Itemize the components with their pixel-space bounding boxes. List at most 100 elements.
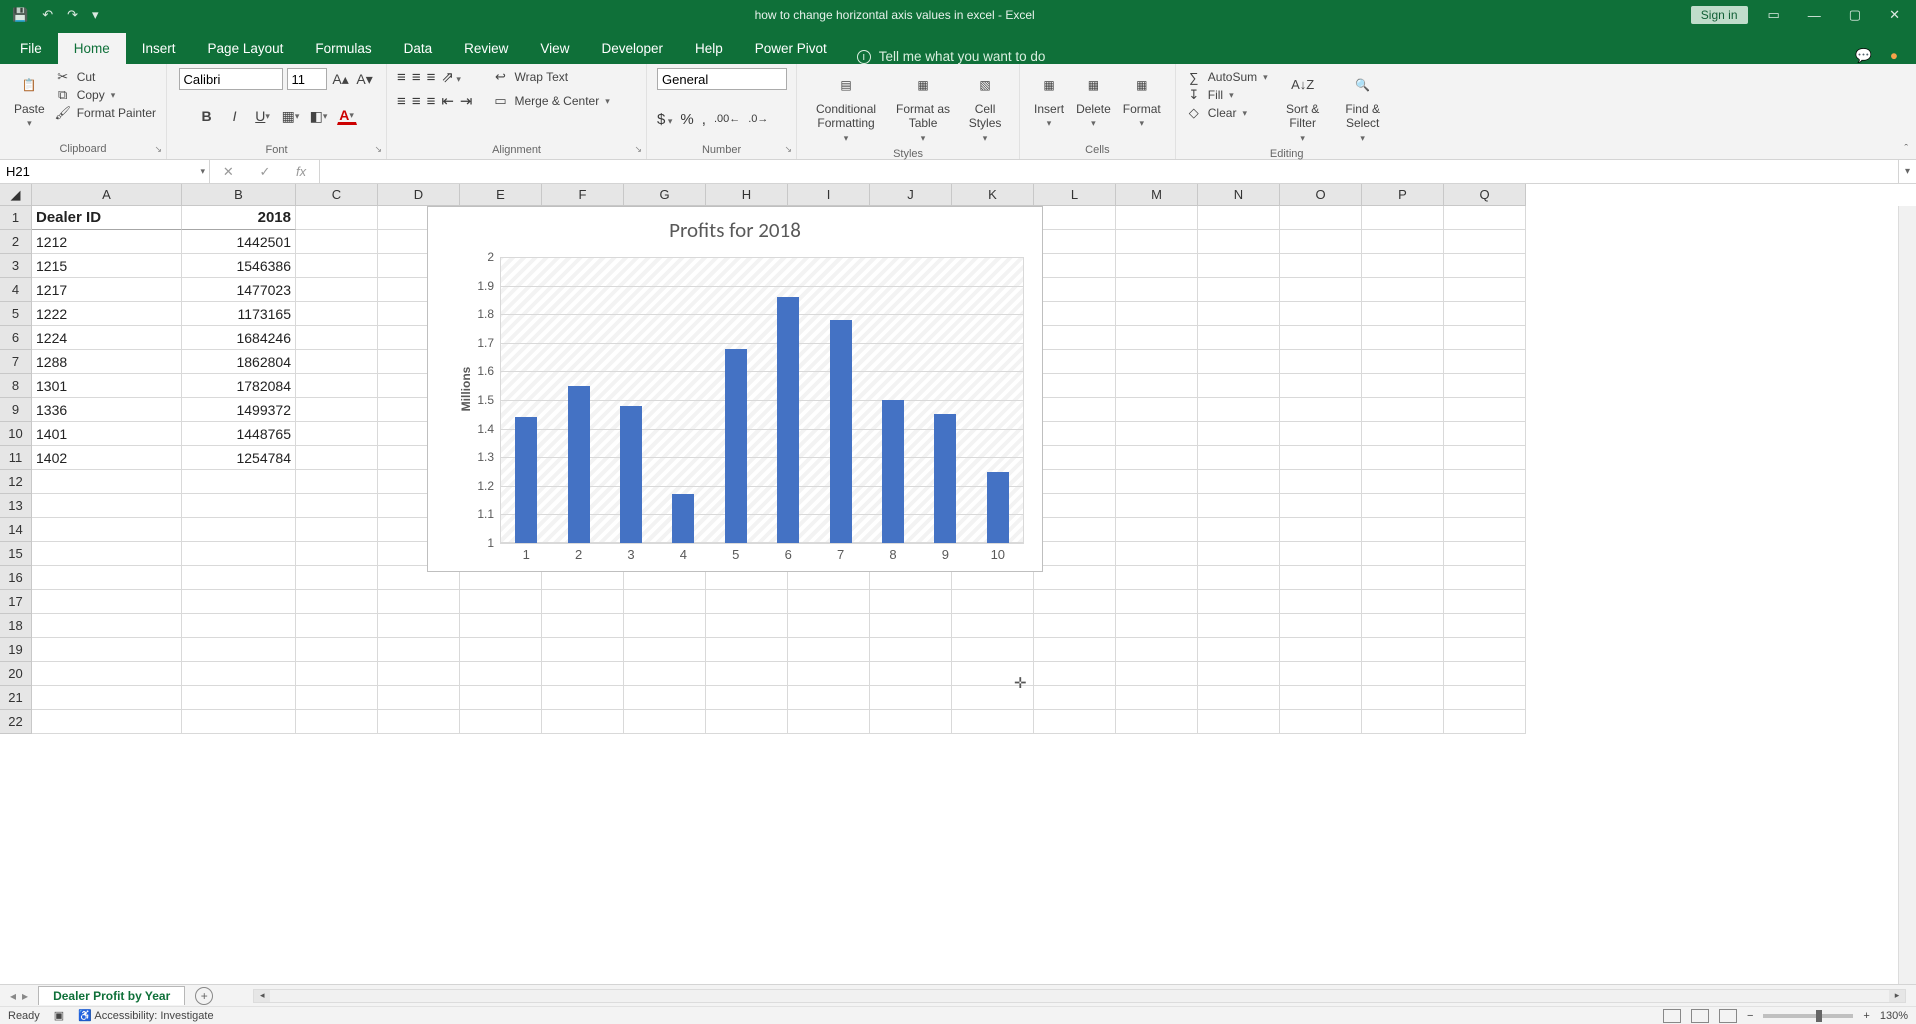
row-header-5[interactable]: 5 xyxy=(0,302,32,326)
cell-L17[interactable] xyxy=(1034,590,1116,614)
col-header-N[interactable]: N xyxy=(1198,184,1280,206)
format-painter-button[interactable]: 🖌Format Painter xyxy=(55,104,156,122)
row-header-12[interactable]: 12 xyxy=(0,470,32,494)
cell-B20[interactable] xyxy=(182,662,296,686)
row-header-11[interactable]: 11 xyxy=(0,446,32,470)
cell-J19[interactable] xyxy=(870,638,952,662)
increase-indent-icon[interactable]: ⇥ xyxy=(460,92,473,110)
conditional-formatting-button[interactable]: ▤Conditional Formatting xyxy=(807,68,885,146)
close-icon[interactable]: ✕ xyxy=(1881,7,1908,23)
cell-P6[interactable] xyxy=(1362,326,1444,350)
format-as-table-button[interactable]: ▦Format as Table xyxy=(889,68,957,146)
cell-C10[interactable] xyxy=(296,422,378,446)
row-header-1[interactable]: 1 xyxy=(0,206,32,230)
cell-L7[interactable] xyxy=(1034,350,1116,374)
row-header-6[interactable]: 6 xyxy=(0,326,32,350)
cell-N20[interactable] xyxy=(1198,662,1280,686)
formula-input[interactable] xyxy=(320,160,1898,183)
cell-Q3[interactable] xyxy=(1444,254,1526,278)
cell-M5[interactable] xyxy=(1116,302,1198,326)
cell-P16[interactable] xyxy=(1362,566,1444,590)
cell-L10[interactable] xyxy=(1034,422,1116,446)
cell-E18[interactable] xyxy=(460,614,542,638)
cell-N14[interactable] xyxy=(1198,518,1280,542)
alignment-launcher-icon[interactable]: ↘ xyxy=(635,144,643,155)
row-header-17[interactable]: 17 xyxy=(0,590,32,614)
cell-B19[interactable] xyxy=(182,638,296,662)
cell-P22[interactable] xyxy=(1362,710,1444,734)
cell-N4[interactable] xyxy=(1198,278,1280,302)
number-launcher-icon[interactable]: ↘ xyxy=(785,144,793,155)
cell-N9[interactable] xyxy=(1198,398,1280,422)
cell-Q4[interactable] xyxy=(1444,278,1526,302)
decrease-decimal-icon[interactable]: .0→ xyxy=(748,113,768,125)
cell-G22[interactable] xyxy=(624,710,706,734)
cell-O14[interactable] xyxy=(1280,518,1362,542)
cell-M14[interactable] xyxy=(1116,518,1198,542)
increase-decimal-icon[interactable]: .00← xyxy=(714,113,740,125)
cell-P2[interactable] xyxy=(1362,230,1444,254)
cell-P4[interactable] xyxy=(1362,278,1444,302)
cell-P17[interactable] xyxy=(1362,590,1444,614)
paste-button[interactable]: 📋 Paste ▾ xyxy=(10,68,49,131)
decrease-indent-icon[interactable]: ⇤ xyxy=(441,92,454,110)
cell-M4[interactable] xyxy=(1116,278,1198,302)
cell-B13[interactable] xyxy=(182,494,296,518)
cell-C22[interactable] xyxy=(296,710,378,734)
col-header-M[interactable]: M xyxy=(1116,184,1198,206)
cell-J17[interactable] xyxy=(870,590,952,614)
cell-A15[interactable] xyxy=(32,542,182,566)
col-header-E[interactable]: E xyxy=(460,184,542,206)
cell-O22[interactable] xyxy=(1280,710,1362,734)
cell-L6[interactable] xyxy=(1034,326,1116,350)
cell-M11[interactable] xyxy=(1116,446,1198,470)
collapse-ribbon-icon[interactable]: ˆ xyxy=(1904,143,1908,155)
cell-C13[interactable] xyxy=(296,494,378,518)
cell-P14[interactable] xyxy=(1362,518,1444,542)
cut-button[interactable]: ✂Cut xyxy=(55,68,156,86)
cell-M2[interactable] xyxy=(1116,230,1198,254)
col-header-I[interactable]: I xyxy=(788,184,870,206)
cell-H22[interactable] xyxy=(706,710,788,734)
cell-A10[interactable]: 1401 xyxy=(32,422,182,446)
qat-redo-icon[interactable]: ↷ xyxy=(67,7,78,23)
row-header-22[interactable]: 22 xyxy=(0,710,32,734)
row-header-2[interactable]: 2 xyxy=(0,230,32,254)
cell-O9[interactable] xyxy=(1280,398,1362,422)
cell-M8[interactable] xyxy=(1116,374,1198,398)
cell-A3[interactable]: 1215 xyxy=(32,254,182,278)
col-header-B[interactable]: B xyxy=(182,184,296,206)
font-color-button[interactable]: A xyxy=(337,108,357,125)
cell-Q16[interactable] xyxy=(1444,566,1526,590)
cell-K18[interactable] xyxy=(952,614,1034,638)
cell-A1[interactable]: Dealer ID xyxy=(32,206,182,230)
cell-C18[interactable] xyxy=(296,614,378,638)
row-header-10[interactable]: 10 xyxy=(0,422,32,446)
cell-B12[interactable] xyxy=(182,470,296,494)
cell-A13[interactable] xyxy=(32,494,182,518)
cell-L19[interactable] xyxy=(1034,638,1116,662)
row-header-21[interactable]: 21 xyxy=(0,686,32,710)
cell-M18[interactable] xyxy=(1116,614,1198,638)
cell-A5[interactable]: 1222 xyxy=(32,302,182,326)
cell-B3[interactable]: 1546386 xyxy=(182,254,296,278)
cell-L18[interactable] xyxy=(1034,614,1116,638)
cell-L1[interactable] xyxy=(1034,206,1116,230)
comma-format-icon[interactable]: , xyxy=(702,111,706,128)
feedback-icon[interactable]: 💬 xyxy=(1855,48,1872,64)
cell-Q8[interactable] xyxy=(1444,374,1526,398)
cell-C17[interactable] xyxy=(296,590,378,614)
cell-G19[interactable] xyxy=(624,638,706,662)
cell-A8[interactable]: 1301 xyxy=(32,374,182,398)
normal-view-button[interactable] xyxy=(1663,1009,1681,1023)
cell-Q21[interactable] xyxy=(1444,686,1526,710)
cell-L8[interactable] xyxy=(1034,374,1116,398)
cell-L14[interactable] xyxy=(1034,518,1116,542)
cell-M22[interactable] xyxy=(1116,710,1198,734)
cell-G18[interactable] xyxy=(624,614,706,638)
cell-H19[interactable] xyxy=(706,638,788,662)
clipboard-launcher-icon[interactable]: ↘ xyxy=(155,144,163,155)
sheet-nav-next-icon[interactable]: ▸ xyxy=(22,989,28,1003)
cell-Q18[interactable] xyxy=(1444,614,1526,638)
cell-B11[interactable]: 1254784 xyxy=(182,446,296,470)
